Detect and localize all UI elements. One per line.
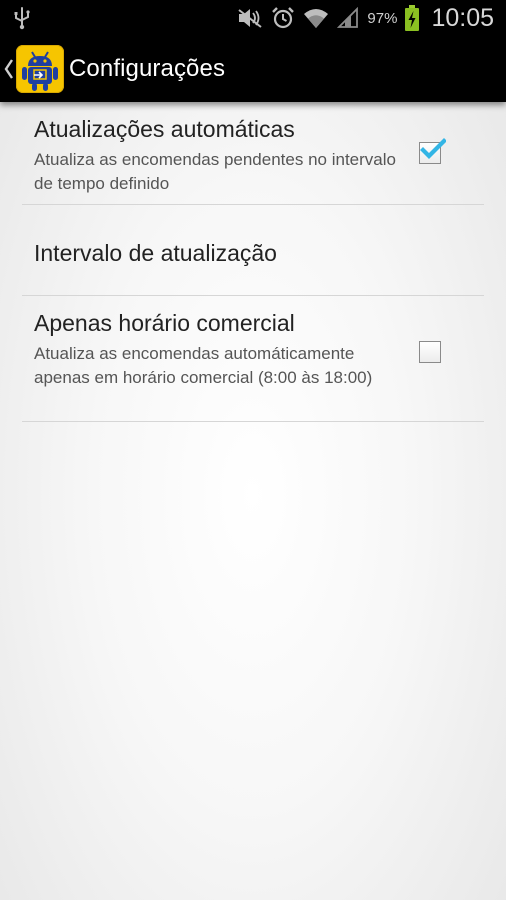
pref-auto-update[interactable]: Atualizações automáticas Atualiza as enc… <box>22 102 484 205</box>
pref-title: Intervalo de atualização <box>34 240 277 266</box>
wifi-icon <box>303 7 329 29</box>
mute-icon <box>237 7 263 29</box>
preference-list: Atualizações automáticas Atualiza as enc… <box>22 102 484 422</box>
battery-charging-icon <box>405 5 420 31</box>
back-chevron-icon[interactable] <box>4 58 14 80</box>
pref-title: Apenas horário comercial <box>34 310 295 336</box>
clock: 10:05 <box>431 3 494 32</box>
auto-update-checkbox[interactable] <box>419 138 446 164</box>
page-title: Configurações <box>69 55 226 82</box>
pref-business-hours[interactable]: Apenas horário comercial Atualiza as enc… <box>22 296 484 422</box>
alarm-icon <box>271 6 295 30</box>
usb-icon <box>12 6 32 30</box>
android-app-icon[interactable] <box>16 45 64 93</box>
business-hours-checkbox[interactable] <box>419 341 441 363</box>
battery-percent: 97% <box>367 9 398 27</box>
status-bar: 97% 10:05 <box>0 0 506 36</box>
action-bar: Configurações <box>0 36 506 102</box>
signal-icon <box>337 7 359 29</box>
status-icons: 97% 10:05 <box>237 0 494 36</box>
pref-summary: Atualiza as encomendas pendentes no inte… <box>34 150 396 193</box>
pref-summary: Atualiza as encomendas automáticamente a… <box>34 344 373 387</box>
checkmark-icon <box>420 138 446 159</box>
pref-title: Atualizações automáticas <box>34 116 295 142</box>
pref-update-interval[interactable]: Intervalo de atualização <box>22 205 484 296</box>
